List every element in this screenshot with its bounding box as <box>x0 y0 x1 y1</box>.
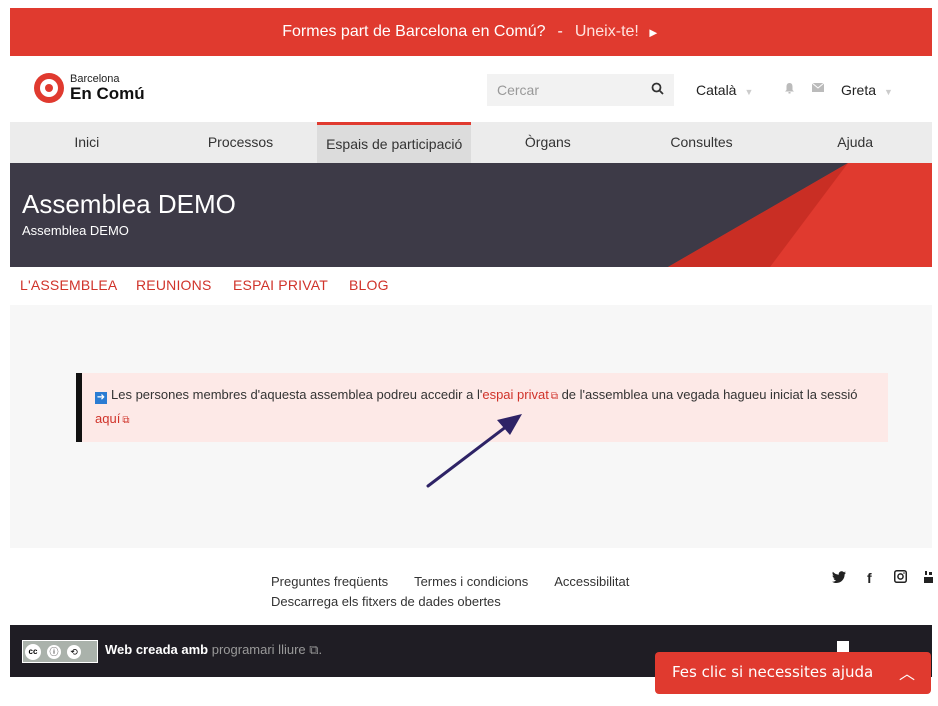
youtube-icon[interactable] <box>923 570 934 587</box>
logo-mark-icon <box>34 73 64 103</box>
open-data-link[interactable]: Descarrega els fitxers de dades obertes <box>271 594 501 609</box>
free-software-link[interactable]: programari lliure <box>212 642 306 657</box>
tab-espai-privat[interactable]: ESPAI PRIVAT <box>233 277 328 293</box>
main-content: ➜ Les persones membres d'aquesta assemble… <box>10 305 932 548</box>
top-announcement-bar[interactable]: Formes part de Barcelona en Comú? - Unei… <box>10 8 932 56</box>
hero-banner: Assemblea DEMO Assemblea DEMO <box>10 163 932 267</box>
nav-item-organs[interactable]: Òrgans <box>471 122 625 163</box>
footer-link-accessibility[interactable]: Accessibilitat <box>554 574 629 589</box>
made-with-text: Web creada amb programari lliure ⧉. <box>105 642 322 658</box>
search-placeholder: Cercar <box>497 82 540 98</box>
nav-item-consultes[interactable]: Consultes <box>625 122 779 163</box>
page-title: Assemblea DEMO <box>22 189 236 219</box>
cc-sa-icon: ⟲ <box>67 644 81 659</box>
tab-assemblea[interactable]: L'ASSEMBLEA <box>20 277 117 293</box>
footer: Preguntes freqüents Termes i condicions Ac… <box>10 548 934 625</box>
external-link-icon: ⧉. <box>305 642 323 657</box>
page-subtitle: Assemblea DEMO <box>22 223 129 238</box>
facebook-icon[interactable]: f <box>867 570 872 586</box>
search-icon[interactable] <box>651 82 664 98</box>
assembly-subnav: L'ASSEMBLEA REUNIONS ESPAI PRIVAT BLOG <box>10 267 932 307</box>
announcement-question: Formes part de Barcelona en Comú? <box>282 23 546 40</box>
bell-icon[interactable] <box>784 82 795 97</box>
play-icon: ► <box>646 24 660 40</box>
tab-reunions[interactable]: REUNIONS <box>136 277 212 293</box>
join-link[interactable]: Uneix-te! <box>575 23 639 41</box>
main-nav: Inici Processos Espais de participació Ò… <box>10 122 932 163</box>
made-with-label: Web creada amb <box>105 642 209 657</box>
language-label: Català <box>696 82 737 98</box>
user-menu[interactable]: Greta ▼ <box>841 82 893 98</box>
announcement-separator: - <box>557 23 563 40</box>
cc-by-icon: ⓘ <box>47 644 61 659</box>
site-logo[interactable]: Barcelona En Comú <box>34 73 145 103</box>
nav-item-espais[interactable]: Espais de participació <box>317 122 472 163</box>
nav-item-inici[interactable]: Inici <box>10 122 164 163</box>
creative-commons-badge[interactable]: cc ⓘ ⟲ <box>22 640 98 663</box>
chevron-up-icon: ︿ <box>898 664 915 683</box>
footer-links: Preguntes freqüents Termes i condicions Ac… <box>271 572 655 612</box>
nav-item-processos[interactable]: Processos <box>164 122 318 163</box>
user-name: Greta <box>841 82 877 98</box>
nav-item-ajuda[interactable]: Ajuda <box>778 122 932 163</box>
twitter-icon[interactable] <box>832 570 846 586</box>
help-button-label: Fes clic si necessites ajuda <box>672 663 874 681</box>
annotation-arrow-icon <box>426 414 522 488</box>
help-button[interactable]: Fes clic si necessites ajuda ︿ <box>655 652 931 694</box>
chevron-down-icon: ▼ <box>884 87 893 97</box>
logo-line2: En Comú <box>70 84 145 103</box>
language-selector[interactable]: Català ▼ <box>696 82 753 98</box>
instagram-icon[interactable] <box>894 570 907 586</box>
tab-blog[interactable]: BLOG <box>349 277 389 293</box>
footer-link-terms[interactable]: Termes i condicions <box>414 574 528 589</box>
footer-link-faq[interactable]: Preguntes freqüents <box>271 574 388 589</box>
search-input[interactable]: Cercar <box>487 74 674 106</box>
mail-icon[interactable] <box>811 81 825 95</box>
chevron-down-icon: ▼ <box>744 87 754 97</box>
cc-icon: cc <box>25 643 41 660</box>
site-header: Barcelona En Comú Cercar Català ▼ Greta ▼ <box>10 56 932 122</box>
